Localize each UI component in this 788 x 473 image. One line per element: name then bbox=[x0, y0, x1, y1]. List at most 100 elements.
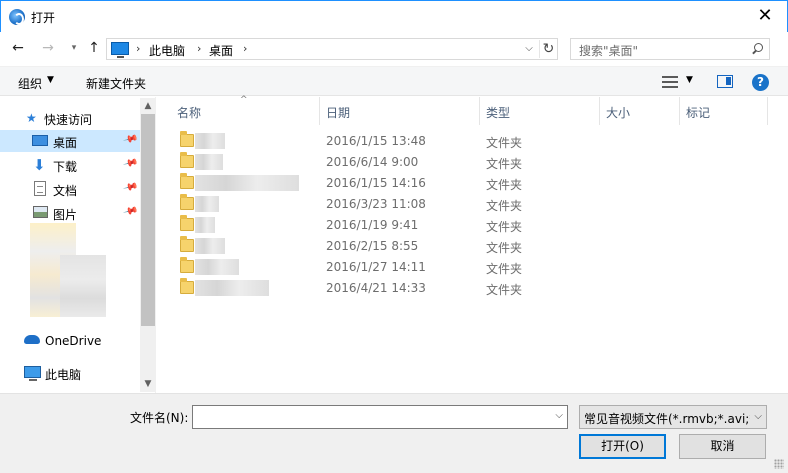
obscured-filename bbox=[195, 133, 225, 149]
sort-ascending-icon: ^ bbox=[240, 95, 248, 105]
forward-button[interactable]: → bbox=[38, 38, 58, 58]
column-header-name[interactable]: 名称 ^ bbox=[157, 95, 320, 125]
cancel-button[interactable]: 取消 bbox=[679, 434, 766, 459]
address-dropdown-icon[interactable]: ⌵ bbox=[521, 41, 537, 57]
file-date: 2016/1/19 9:41 bbox=[326, 218, 419, 232]
folder-icon bbox=[180, 215, 194, 231]
sidebar-item-label: 桌面 bbox=[53, 136, 78, 150]
file-date: 2016/3/23 11:08 bbox=[326, 197, 426, 211]
folder-icon bbox=[180, 278, 194, 294]
download-arrow-icon: ⬇ bbox=[33, 156, 46, 174]
navigation-pane: ★ 快速访问 桌面 📌 ⬇ 下载 📌 文档 📌 图片 📌 OneDrive 此电… bbox=[0, 97, 156, 393]
up-button[interactable]: ↑ bbox=[84, 38, 104, 58]
table-row[interactable]: 2016/2/15 8:55 文件夹 bbox=[157, 236, 788, 257]
filename-input[interactable]: ⌵ bbox=[192, 405, 568, 429]
sidebar-item-label: 图片 bbox=[53, 208, 78, 222]
back-button[interactable]: ← bbox=[8, 38, 28, 58]
chevron-down-icon: ⌵ bbox=[754, 411, 762, 422]
command-toolbar: 组织 ▼ 新建文件夹 ▼ ? bbox=[0, 66, 788, 96]
file-type: 文件夹 bbox=[486, 220, 523, 234]
obscured-filename bbox=[195, 175, 299, 191]
file-date: 2016/4/21 14:33 bbox=[326, 281, 426, 295]
preview-pane-icon[interactable] bbox=[717, 75, 733, 88]
folder-icon bbox=[180, 257, 194, 273]
sidebar-item-label: 快速访问 bbox=[44, 113, 93, 127]
desktop-icon bbox=[32, 135, 48, 146]
scroll-down-icon[interactable]: ▼ bbox=[140, 376, 156, 392]
sidebar-item-this-pc[interactable]: 此电脑 bbox=[0, 362, 140, 384]
refresh-icon[interactable]: ↻ bbox=[539, 40, 557, 58]
column-label: 名称 bbox=[177, 106, 202, 120]
sidebar-item-downloads[interactable]: ⬇ 下载 📌 bbox=[0, 154, 140, 176]
breadcrumb-this-pc[interactable]: 此电脑 bbox=[149, 42, 185, 59]
sidebar-item-quick-access[interactable]: ★ 快速访问 bbox=[0, 107, 140, 129]
folder-icon bbox=[180, 131, 194, 147]
breadcrumb-separator-icon[interactable]: › bbox=[197, 42, 201, 55]
breadcrumb-desktop[interactable]: 桌面 bbox=[209, 42, 233, 59]
resize-grip-icon[interactable] bbox=[774, 459, 784, 469]
folder-icon bbox=[180, 194, 194, 210]
table-row[interactable]: 2016/3/23 11:08 文件夹 bbox=[157, 194, 788, 215]
address-bar[interactable]: › 此电脑 › 桌面 › ⌵ ↻ bbox=[106, 38, 558, 60]
table-row[interactable]: 2016/1/27 14:11 文件夹 bbox=[157, 257, 788, 278]
column-header-size[interactable]: 大小 bbox=[600, 97, 680, 125]
star-icon: ★ bbox=[26, 111, 37, 125]
table-row[interactable]: 2016/4/21 14:33 文件夹 bbox=[157, 278, 788, 299]
organize-dropdown-icon[interactable]: ▼ bbox=[47, 75, 54, 85]
sidebar-item-pictures[interactable]: 图片 📌 bbox=[0, 202, 140, 224]
title-bar: 打开 ✕ bbox=[0, 0, 788, 32]
file-type: 文件夹 bbox=[486, 136, 523, 150]
close-button[interactable]: ✕ bbox=[753, 5, 777, 27]
sidebar-item-desktop[interactable]: 桌面 📌 bbox=[0, 130, 140, 152]
file-type: 文件夹 bbox=[486, 262, 523, 276]
table-row[interactable]: 2016/1/19 9:41 文件夹 bbox=[157, 215, 788, 236]
open-button[interactable]: 打开(O) bbox=[579, 434, 666, 459]
file-type: 文件夹 bbox=[486, 241, 523, 255]
computer-icon bbox=[111, 42, 129, 58]
obscured-filename bbox=[195, 259, 239, 275]
file-date: 2016/1/15 13:48 bbox=[326, 134, 426, 148]
sidebar-item-label: 此电脑 bbox=[45, 368, 82, 382]
file-type: 文件夹 bbox=[486, 157, 523, 171]
file-type: 文件夹 bbox=[486, 178, 523, 192]
sidebar-item-label: OneDrive bbox=[45, 334, 102, 348]
search-icon[interactable] bbox=[751, 43, 763, 55]
table-row[interactable]: 2016/1/15 13:48 文件夹 bbox=[157, 131, 788, 152]
search-input[interactable]: 搜索"桌面" bbox=[570, 38, 770, 60]
view-dropdown-icon[interactable]: ▼ bbox=[686, 75, 693, 85]
obscured-filename bbox=[195, 217, 215, 233]
sidebar-scrollbar[interactable]: ▲ ▼ bbox=[140, 98, 156, 392]
folder-icon bbox=[180, 236, 194, 252]
column-label: 日期 bbox=[326, 106, 351, 120]
breadcrumb-separator-icon[interactable]: › bbox=[136, 42, 140, 55]
column-header-date[interactable]: 日期 bbox=[320, 97, 480, 125]
view-options-icon[interactable] bbox=[662, 76, 678, 88]
pin-icon[interactable]: 📌 bbox=[122, 204, 138, 220]
file-type-select[interactable]: 常见音视频文件(*.rmvb;*.avi;*. ⌵ bbox=[579, 405, 767, 429]
file-type: 文件夹 bbox=[486, 199, 523, 213]
help-icon[interactable]: ? bbox=[752, 74, 769, 91]
pin-icon[interactable]: 📌 bbox=[122, 180, 138, 196]
scroll-up-icon[interactable]: ▲ bbox=[140, 98, 156, 114]
sidebar-item-label: 文档 bbox=[53, 184, 78, 198]
table-row[interactable]: 2016/1/15 14:16 文件夹 bbox=[157, 173, 788, 194]
file-date: 2016/1/15 14:16 bbox=[326, 176, 426, 190]
pin-icon[interactable]: 📌 bbox=[122, 156, 138, 172]
filename-dropdown-icon[interactable]: ⌵ bbox=[555, 410, 563, 421]
pin-icon[interactable]: 📌 bbox=[122, 132, 138, 148]
recent-locations-button[interactable]: ▾ bbox=[64, 38, 84, 58]
column-label: 类型 bbox=[486, 106, 511, 120]
table-row[interactable]: 2016/6/14 9:00 文件夹 bbox=[157, 152, 788, 173]
file-date: 2016/2/15 8:55 bbox=[326, 239, 419, 253]
pictures-icon bbox=[33, 206, 48, 218]
breadcrumb-separator-icon[interactable]: › bbox=[243, 42, 247, 55]
column-header-type[interactable]: 类型 bbox=[480, 97, 600, 125]
obscured-filename bbox=[195, 154, 223, 170]
file-date: 2016/6/14 9:00 bbox=[326, 155, 419, 169]
column-header-tags[interactable]: 标记 bbox=[680, 97, 768, 125]
organize-button[interactable]: 组织 bbox=[18, 75, 42, 92]
new-folder-button[interactable]: 新建文件夹 bbox=[86, 75, 146, 92]
scroll-thumb[interactable] bbox=[141, 114, 155, 326]
sidebar-item-documents[interactable]: 文档 📌 bbox=[0, 178, 140, 200]
sidebar-item-onedrive[interactable]: OneDrive bbox=[0, 330, 140, 352]
